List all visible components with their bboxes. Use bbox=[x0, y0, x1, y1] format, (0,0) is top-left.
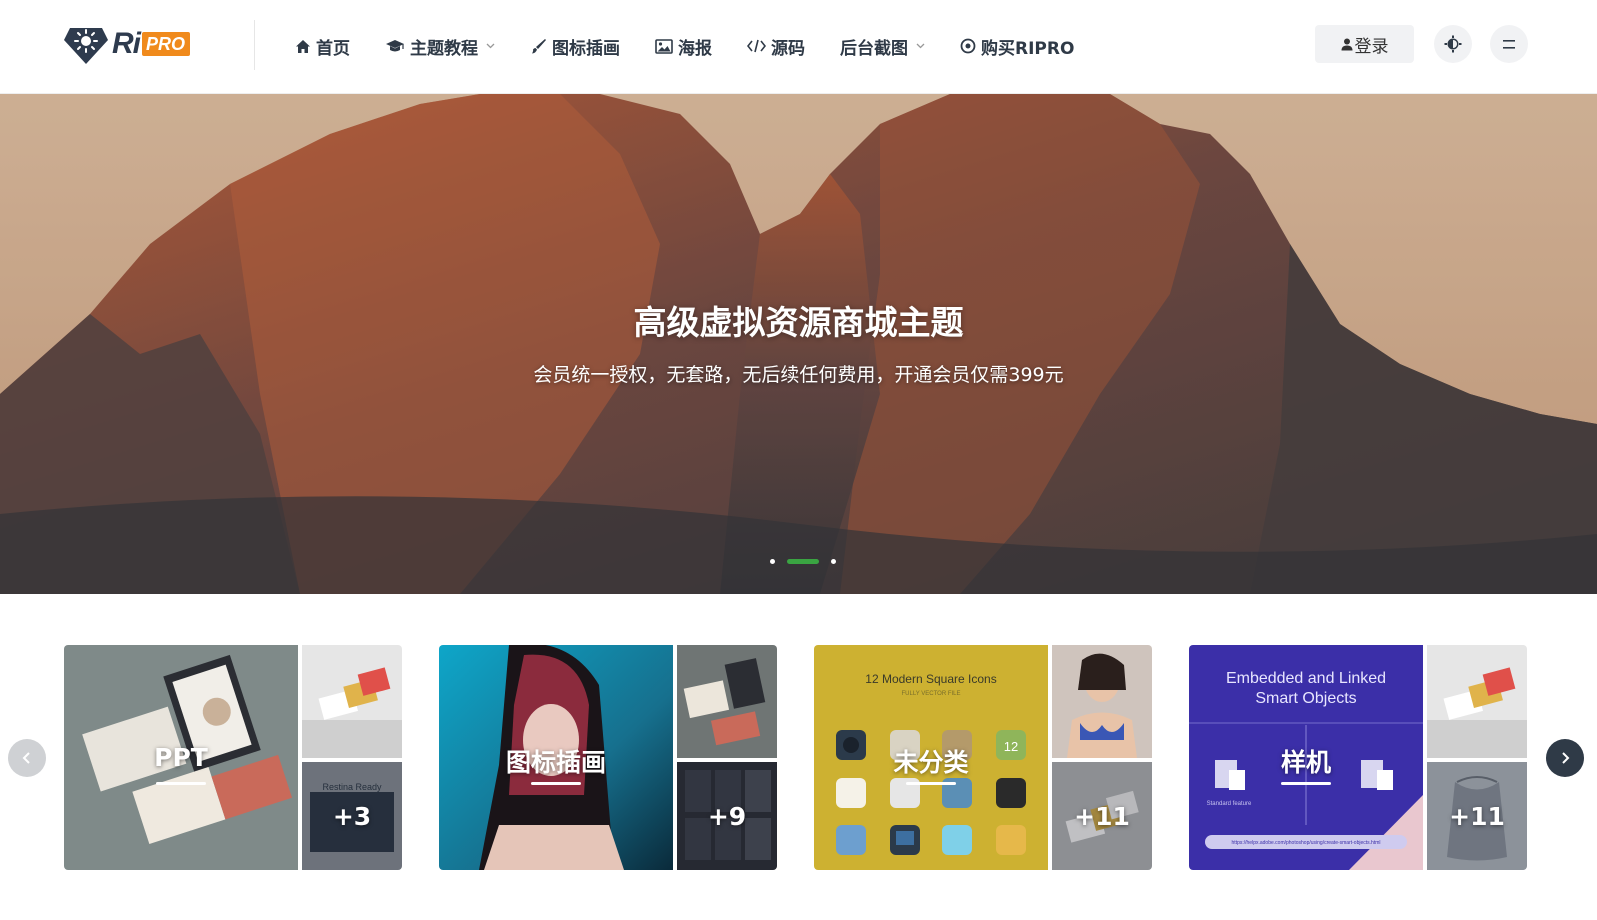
thumb-url-text: https://helpx.adobe.com/photoshop/using/… bbox=[1232, 840, 1381, 846]
chevron-down-icon bbox=[916, 43, 925, 49]
theme-toggle-button[interactable] bbox=[1434, 25, 1472, 63]
category-thumbnail-small bbox=[1052, 645, 1152, 758]
category-underline bbox=[906, 782, 956, 785]
nav-item-label: 海报 bbox=[678, 38, 712, 59]
category-label: PPT bbox=[154, 743, 208, 772]
image-icon bbox=[655, 38, 673, 54]
category-underline bbox=[156, 782, 206, 785]
chevron-down-icon bbox=[486, 43, 495, 49]
thumb-subtitle-text: FULLY VECTOR FILE bbox=[901, 691, 960, 697]
category-label: 样机 bbox=[1280, 748, 1331, 777]
graduation-cap-icon bbox=[386, 39, 404, 51]
nav-item-illustrations[interactable]: 图标插画 bbox=[530, 34, 620, 59]
login-button[interactable]: 登录 bbox=[1315, 25, 1414, 63]
category-card-uncategorized[interactable]: 12 Modern Square Icons FULLY VECTOR FILE… bbox=[814, 645, 1152, 870]
thumb-caption-text: Standard feature bbox=[1207, 801, 1252, 807]
carousel-prev-button[interactable] bbox=[8, 739, 46, 777]
chevron-right-icon bbox=[1562, 752, 1570, 764]
nav-item-buy-ripro[interactable]: 购买RIPRO bbox=[960, 34, 1074, 59]
category-more-count: +3 bbox=[332, 801, 372, 831]
nav-item-label: 图标插画 bbox=[552, 38, 620, 59]
main-nav: 首页 主题教程 图标插画 海报 源码 后台截图 购买RIPRO bbox=[295, 30, 1109, 62]
slider-pagination bbox=[764, 559, 842, 564]
thumb-title-text: 12 Modern Square Icons bbox=[865, 672, 996, 686]
nav-item-admin-screenshots[interactable]: 后台截图 bbox=[840, 34, 925, 59]
paint-brush-icon bbox=[532, 38, 546, 53]
user-icon bbox=[1341, 38, 1352, 50]
category-label: 图标插画 bbox=[505, 748, 606, 777]
slider-dot[interactable] bbox=[770, 559, 775, 564]
category-label: 未分类 bbox=[893, 748, 969, 777]
target-icon bbox=[960, 38, 976, 54]
gem-logo-icon bbox=[64, 28, 108, 64]
category-carousel: Restina Ready PPT +3 图标插画 +9 12 Modern S… bbox=[0, 594, 1597, 920]
slider-dot[interactable] bbox=[831, 559, 836, 564]
category-underline bbox=[531, 782, 581, 785]
hero-title: 高级虚拟资源商城主题 bbox=[633, 303, 964, 342]
header-divider bbox=[254, 20, 255, 70]
logo-text-pro: PRO bbox=[142, 32, 191, 56]
nav-item-label: 购买RIPRO bbox=[981, 38, 1075, 59]
category-thumbnail-small bbox=[302, 645, 402, 758]
category-thumbnail-small bbox=[1427, 645, 1527, 758]
category-more-count: +9 bbox=[707, 801, 747, 831]
menu-toggle-button[interactable] bbox=[1490, 25, 1528, 63]
nav-item-label: 首页 bbox=[316, 38, 350, 59]
category-more-count: +11 bbox=[1449, 801, 1505, 831]
home-icon bbox=[296, 39, 310, 53]
thumb-title-line2: Smart Objects bbox=[1255, 690, 1356, 707]
nav-item-tutorials[interactable]: 主题教程 bbox=[385, 34, 495, 59]
category-underline bbox=[1281, 782, 1331, 785]
nav-item-home[interactable]: 首页 bbox=[295, 34, 350, 59]
category-card-ppt[interactable]: Restina Ready PPT +3 bbox=[64, 645, 402, 870]
thumb-title-line1: Embedded and Linked bbox=[1226, 670, 1386, 687]
nav-item-label: 源码 bbox=[771, 38, 805, 59]
nav-item-label: 主题教程 bbox=[410, 38, 478, 59]
code-icon bbox=[747, 39, 766, 53]
logo-text-ri: Ri bbox=[112, 27, 141, 60]
contrast-icon bbox=[1444, 35, 1462, 53]
nav-item-label: 后台截图 bbox=[840, 38, 908, 59]
chevron-left-icon bbox=[22, 752, 30, 764]
carousel-next-button[interactable] bbox=[1546, 739, 1584, 777]
hero-slider[interactable]: 高级虚拟资源商城主题 会员统一授权，无套路，无后续任何费用，开通会员仅需399元 bbox=[0, 94, 1597, 594]
menu-icon bbox=[1503, 40, 1515, 49]
mountain-background-image bbox=[0, 94, 1597, 594]
category-card-illustrations[interactable]: 图标插画 +9 bbox=[439, 645, 777, 870]
site-header: Ri PRO 首页 主题教程 图标插画 海报 源码 后台截图 购买RIPRO 登… bbox=[0, 0, 1597, 94]
hero-subtitle: 会员统一授权，无套路，无后续任何费用，开通会员仅需399元 bbox=[533, 364, 1064, 386]
slider-dot-active[interactable] bbox=[787, 559, 819, 564]
category-thumbnail-small bbox=[677, 645, 777, 758]
category-more-count: +11 bbox=[1074, 801, 1130, 831]
nav-item-posters[interactable]: 海报 bbox=[655, 34, 712, 59]
nav-item-source-code[interactable]: 源码 bbox=[747, 34, 805, 59]
site-logo[interactable]: Ri PRO bbox=[64, 22, 204, 66]
category-card-mockups[interactable]: Embedded and Linked Smart Objects Standa… bbox=[1189, 645, 1527, 870]
login-button-label: 登录 bbox=[1354, 36, 1389, 57]
